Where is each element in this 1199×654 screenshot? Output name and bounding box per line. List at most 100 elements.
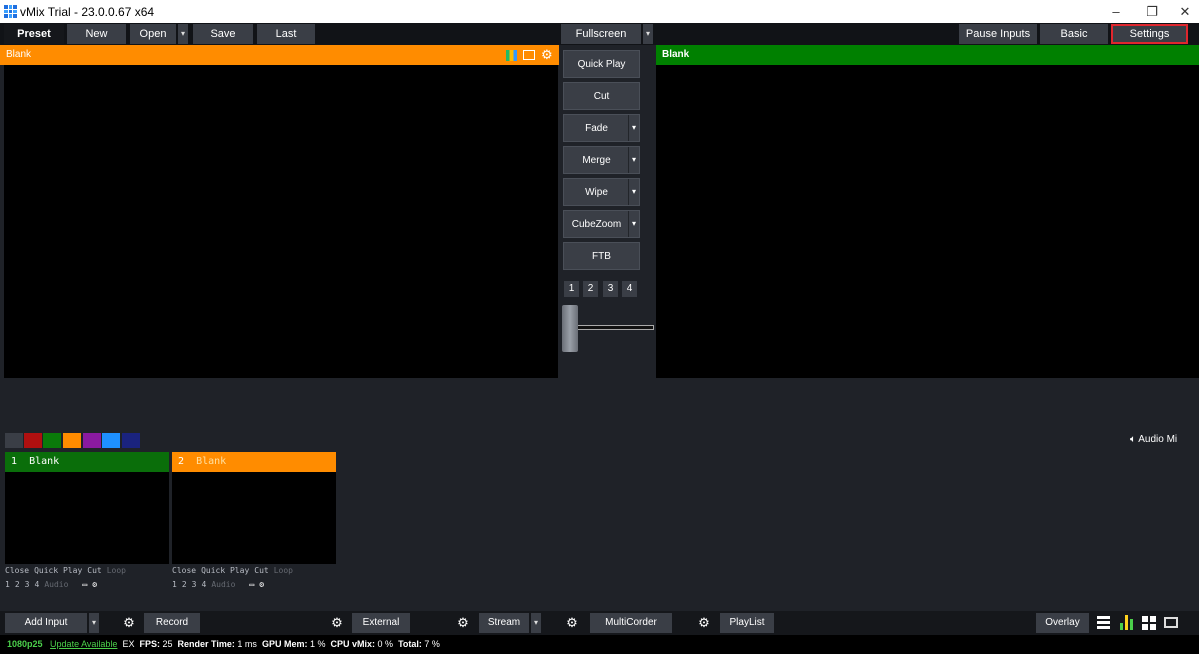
basic-button[interactable]: Basic (1040, 24, 1108, 44)
input-num-2[interactable]: 2 (182, 580, 187, 589)
multiview-icon[interactable] (1142, 616, 1156, 630)
input-gear-icon[interactable]: ⚙ (92, 580, 97, 589)
multicorder-gear-icon[interactable]: ⚙ (561, 613, 583, 633)
input-audio-button[interactable]: Audio (211, 580, 235, 589)
input-num-2[interactable]: 2 (15, 580, 20, 589)
record-gear-icon[interactable]: ⚙ (118, 613, 140, 633)
pause-inputs-button[interactable]: Pause Inputs (959, 24, 1037, 44)
playlist-button[interactable]: PlayList (720, 613, 774, 633)
snapshot-icon[interactable] (523, 50, 535, 60)
transition-3-button[interactable]: 3 (603, 281, 618, 297)
multicorder-button[interactable]: MultiCorder (590, 613, 672, 633)
record-button[interactable]: Record (144, 613, 200, 633)
update-available-link[interactable]: Update Available (50, 639, 117, 649)
minimize-button[interactable]: – (1106, 3, 1126, 20)
add-input-button[interactable]: Add Input (5, 613, 87, 633)
monitor-icon[interactable]: ▭ (82, 580, 87, 589)
input-2-thumbnail[interactable] (172, 472, 336, 564)
add-input-dropdown-icon[interactable]: ▾ (89, 613, 99, 633)
preset-button[interactable]: Preset (4, 24, 64, 44)
merge-label: Merge (582, 155, 611, 166)
list-view-icon[interactable] (1097, 616, 1110, 629)
cubezoom-button[interactable]: CubeZoom ▾ (563, 210, 640, 238)
input-cut-button[interactable]: Cut (87, 566, 101, 575)
input-loop-button[interactable]: Loop (107, 566, 126, 575)
save-button[interactable]: Save (193, 24, 253, 44)
fullscreen-button[interactable]: Fullscreen (561, 24, 641, 44)
input-num-3[interactable]: 3 (192, 580, 197, 589)
fps-label: FPS: (139, 639, 160, 649)
colour-swatch-purple[interactable] (83, 433, 101, 448)
render-time-label: Render Time: (177, 639, 235, 649)
input-card-2[interactable]: 2 Blank Close Quick Play Cut Loop 1 2 3 4 Audio… (172, 452, 336, 592)
overlay-button[interactable]: Overlay (1036, 613, 1089, 633)
fade-dropdown-icon[interactable]: ▾ (628, 115, 639, 141)
total-label: Total: (398, 639, 422, 649)
fullscreen-dropdown-icon[interactable]: ▾ (643, 24, 653, 44)
colour-swatch-green[interactable] (43, 433, 61, 448)
transition-4-button[interactable]: 4 (622, 281, 637, 297)
input-audio-button[interactable]: Audio (44, 580, 68, 589)
input-num-3[interactable]: 3 (25, 580, 30, 589)
audio-meter-icon[interactable] (1120, 615, 1134, 630)
external-button[interactable]: External (352, 613, 410, 633)
preview-gear-icon[interactable]: ⚙ (541, 45, 553, 65)
t-bar-handle[interactable] (562, 305, 578, 352)
playlist-gear-icon[interactable]: ⚙ (693, 613, 715, 633)
video-format: 1080p25 (7, 639, 43, 649)
colour-swatch-red[interactable] (24, 433, 42, 448)
colour-swatch-blue[interactable] (102, 433, 120, 448)
stream-dropdown-icon[interactable]: ▾ (531, 613, 541, 633)
stream-gear-icon[interactable]: ⚙ (452, 613, 474, 633)
ftb-button[interactable]: FTB (563, 242, 640, 270)
input-quick-play-button[interactable]: Quick Play (201, 566, 249, 575)
maximize-button[interactable]: ❐ (1142, 3, 1162, 20)
quick-play-button[interactable]: Quick Play (563, 50, 640, 78)
monitor-icon[interactable]: ▭ (249, 580, 254, 589)
transition-2-button[interactable]: 2 (583, 281, 598, 297)
last-button[interactable]: Last (257, 24, 315, 44)
input-num-4[interactable]: 4 (34, 580, 39, 589)
input-loop-button[interactable]: Loop (274, 566, 293, 575)
wipe-dropdown-icon[interactable]: ▾ (628, 179, 639, 205)
input-card-1[interactable]: 1 Blank Close Quick Play Cut Loop 1 2 3 4 Audio… (5, 452, 169, 592)
audio-mixer-toggle[interactable]: 🔈︎ Audio Mi (1130, 434, 1199, 448)
input-close-button[interactable]: Close (172, 566, 196, 575)
cut-button[interactable]: Cut (563, 82, 640, 110)
colour-bars-icon[interactable] (506, 50, 517, 61)
input-1-thumbnail[interactable] (5, 472, 169, 564)
cubezoom-dropdown-icon[interactable]: ▾ (628, 211, 639, 237)
input-name: Blank (29, 456, 60, 467)
input-1-header[interactable]: 1 Blank (5, 452, 169, 472)
merge-dropdown-icon[interactable]: ▾ (628, 147, 639, 173)
input-2-header[interactable]: 2 Blank (172, 452, 336, 472)
new-button[interactable]: New (67, 24, 126, 44)
transition-1-button[interactable]: 1 (564, 281, 579, 297)
external-gear-icon[interactable]: ⚙ (326, 613, 348, 633)
open-dropdown-icon[interactable]: ▾ (178, 24, 188, 44)
ex-label: EX (122, 639, 135, 649)
merge-button[interactable]: Merge ▾ (563, 146, 640, 174)
wipe-button[interactable]: Wipe ▾ (563, 178, 640, 206)
input-num-1[interactable]: 1 (5, 580, 10, 589)
close-button[interactable]: ✕ (1175, 3, 1195, 20)
input-num-1[interactable]: 1 (172, 580, 177, 589)
stream-button[interactable]: Stream (479, 613, 529, 633)
open-button[interactable]: Open (130, 24, 176, 44)
input-cut-button[interactable]: Cut (254, 566, 268, 575)
input-num-4[interactable]: 4 (201, 580, 206, 589)
colour-swatch-all[interactable] (5, 433, 23, 448)
render-time-value: 1 ms (237, 639, 257, 649)
cpu-vmix-label: CPU vMix: (330, 639, 376, 649)
input-gear-icon[interactable]: ⚙ (259, 580, 264, 589)
colour-swatch-orange[interactable] (63, 433, 81, 448)
settings-button[interactable]: Settings (1111, 24, 1188, 44)
input-close-button[interactable]: Close (5, 566, 29, 575)
gpu-mem-value: 1 % (309, 639, 326, 649)
screen-capture-icon[interactable] (1164, 617, 1178, 628)
colour-swatch-navy[interactable] (122, 433, 140, 448)
gpu-mem-label: GPU Mem: (261, 639, 308, 649)
input-quick-play-button[interactable]: Quick Play (34, 566, 82, 575)
fade-button[interactable]: Fade ▾ (563, 114, 640, 142)
input-2-numbers: 1 2 3 4 Audio ▭ ⚙ (172, 578, 336, 592)
